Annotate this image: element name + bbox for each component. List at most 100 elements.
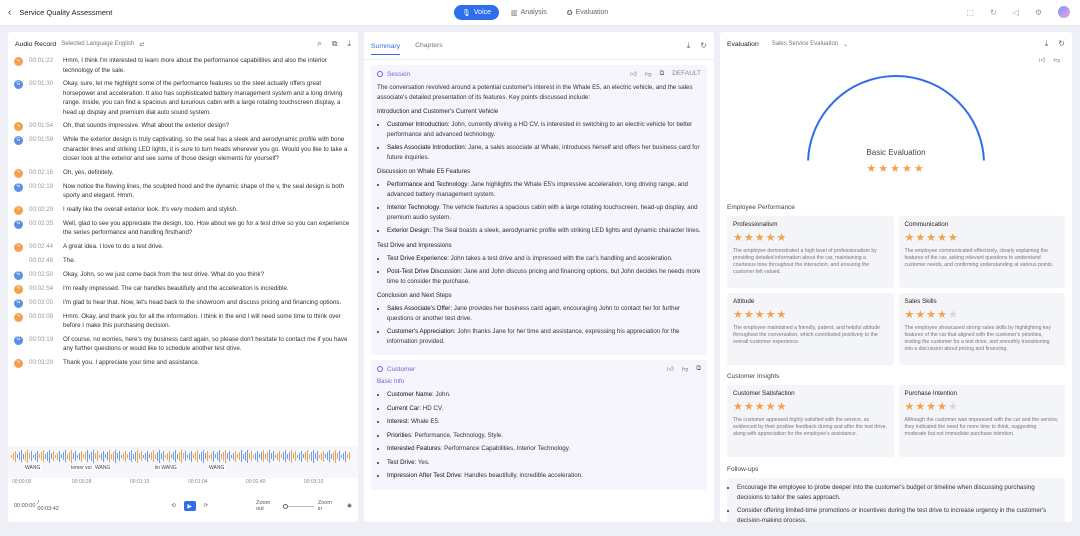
customer-speaker-icon: ∿: [14, 284, 23, 294]
evaluation-title: Evaluation: [727, 40, 759, 48]
transcript-message[interactable]: G 00:02:50 Okay, John, so we just come bac…: [14, 270, 352, 280]
waveform-bar: [77, 454, 78, 458]
customer-speaker-icon: ∿: [14, 168, 23, 178]
followups-heading: Follow-ups: [727, 466, 759, 473]
speaker-label: WANG: [208, 465, 226, 471]
waveform-bar: [65, 450, 66, 462]
transcript-message[interactable]: G 00:01:59 While the exterior design is tr…: [14, 135, 352, 164]
waveform-bar: [131, 450, 132, 462]
refresh-icon[interactable]: ↻: [1058, 39, 1065, 49]
waveform-bar: [207, 451, 208, 461]
top-bar: ‹ Service Quality Assessment 🎙 Voice ▥ Ana…: [0, 0, 1080, 26]
template-select[interactable]: DEFAULT: [672, 70, 701, 78]
info-key: Current Car: [387, 404, 420, 412]
waveform-bar: [271, 453, 272, 459]
message-text: Now notice the flowing lines, the sculpt…: [63, 182, 344, 200]
star-icon: ★: [915, 232, 927, 244]
download-icon[interactable]: ⤓: [1045, 39, 1049, 49]
card-title: Professionalism: [733, 221, 778, 228]
copy-icon[interactable]: ⧉: [332, 39, 338, 49]
star-icon: ★: [733, 309, 744, 321]
audio-player: 00:00:00 / 00:03:42 ⟲ ▶ ⟳ Zoom out Zoom …: [8, 496, 358, 516]
waveform-bar: [255, 452, 256, 460]
waveform-bar: [137, 449, 138, 463]
thumbs-down-icon[interactable]: 👎︎: [645, 70, 652, 78]
rewind-icon[interactable]: ⟲: [171, 503, 176, 509]
transcript-message[interactable]: ∿ 00:02:16 Oh, yes, definitely.: [14, 168, 352, 178]
tab-chapters[interactable]: Chapters: [415, 42, 443, 49]
evaluation-type-select[interactable]: Sales Service Evaluation: [772, 41, 838, 47]
transcript-message[interactable]: ∿ 00:02:29 I really like the overall exter…: [14, 205, 352, 215]
waveform-bar: [187, 454, 188, 458]
share-icon[interactable]: ⬚: [966, 8, 974, 17]
agent-speaker-icon: G: [14, 182, 23, 192]
search-icon[interactable]: ⌕: [317, 39, 321, 49]
waveform-bar: [113, 451, 114, 461]
waveform-bar: [109, 450, 110, 462]
waveform-bar: [157, 451, 158, 461]
waveform-bar: [129, 452, 130, 460]
star-icon: ★: [913, 163, 926, 175]
waveform-bar: [293, 453, 294, 459]
waveform[interactable]: WANG tomer voi WANG lin WANG WANG: [8, 446, 358, 478]
star-icon: ★: [915, 309, 927, 321]
transcript-message[interactable]: ∿ 00:03:29 Thank you. I appreciate your ti…: [14, 358, 352, 368]
transcript-message[interactable]: G 00:02:19 Now notice the flowing lines, t…: [14, 182, 352, 201]
volume-icon[interactable]: ◁: [1013, 8, 1019, 17]
waveform-bar: [99, 454, 100, 458]
refresh-icon[interactable]: ↻: [990, 8, 997, 17]
star-icon: ★: [743, 232, 755, 244]
avatar[interactable]: [1058, 6, 1070, 18]
eye-icon[interactable]: ◉: [347, 503, 352, 509]
chevron-down-icon[interactable]: ⌄: [843, 41, 848, 48]
section-list: Performance and Technology: Jane highlig…: [377, 180, 701, 236]
waveform-bar: [21, 450, 22, 462]
agent-speaker-icon: G: [14, 219, 23, 229]
swap-icon[interactable]: ⇄: [139, 41, 144, 48]
transcript-message[interactable]: G 00:02:35 Well, glad to see you appreciat…: [14, 219, 352, 238]
forward-icon[interactable]: ⟳: [204, 503, 209, 509]
waveform-bar: [29, 453, 30, 459]
download-icon[interactable]: ⤓: [347, 39, 351, 49]
back-arrow-icon[interactable]: ‹: [8, 7, 11, 18]
waveform-bar: [95, 453, 96, 459]
transcript-message[interactable]: G 00:01:30 Okay, sure, let me highlight so…: [14, 79, 352, 117]
transcript-message[interactable]: 00:02:48 The.: [14, 256, 352, 266]
thumbs-down-icon[interactable]: 👎︎: [682, 365, 689, 373]
waveform-bar: [341, 454, 342, 458]
customer-speaker-icon: ∿: [14, 57, 23, 66]
zoom-slider[interactable]: [282, 503, 314, 509]
evaluation-panel: Evaluation Sales Service Evaluation ⌄ ⤓ …: [720, 32, 1072, 522]
message-text: I really like the overall exterior look.…: [63, 205, 238, 213]
thumbs-up-icon[interactable]: 👍︎: [667, 365, 674, 373]
waveform-bar: [301, 450, 302, 462]
transcript-message[interactable]: ∿ 00:03:09 Hmm. Okay, and thank you for al…: [14, 312, 352, 331]
waveform-bar: [145, 452, 146, 460]
copy-icon[interactable]: ⧉: [660, 70, 665, 78]
thumbs-up-icon[interactable]: 👍︎: [630, 70, 637, 78]
section-list: Customer Introduction: John, currently d…: [377, 120, 701, 162]
waveform-bar: [31, 451, 32, 461]
section-list: Test Drive Experience: John takes a test…: [377, 254, 701, 287]
language-selector[interactable]: Selected Language English: [61, 41, 134, 47]
transcript-message[interactable]: G 00:03:00 I'm glad to hear that. Now, let…: [14, 298, 352, 308]
tab-summary[interactable]: Summary: [371, 43, 401, 55]
section-list: Sales Associate's Offer: Jane provides h…: [377, 304, 701, 346]
tab-evaluation[interactable]: ✪ Evaluation: [559, 5, 617, 20]
transcript-message[interactable]: ∿ 00:02:44 A great idea. I love to do a te…: [14, 242, 352, 252]
waveform-bar: [315, 453, 316, 459]
waveform-bar: [159, 449, 160, 463]
copy-icon[interactable]: ⧉: [696, 365, 701, 373]
tab-analysis[interactable]: ▥ Analysis: [503, 5, 555, 20]
transcript-message[interactable]: ∿ 00:01:22 Hmm, I think I'm interested to …: [14, 56, 352, 75]
waveform-bar: [285, 450, 286, 462]
waveform-bar: [343, 452, 344, 460]
play-button[interactable]: ▶: [183, 501, 196, 511]
download-icon[interactable]: ⤓: [687, 41, 691, 51]
transcript-message[interactable]: G 00:03:19 Of course, no worries, here's m…: [14, 335, 352, 354]
tab-voice[interactable]: 🎙 Voice: [454, 5, 500, 20]
refresh-icon[interactable]: ↻: [700, 41, 707, 51]
transcript-message[interactable]: ∿ 00:01:54 Oh, that sounds impressive. Wha…: [14, 121, 352, 131]
settings-icon[interactable]: ⚙: [1035, 8, 1042, 17]
transcript-message[interactable]: ∿ 00:02:54 I'm really impressed. The car h…: [14, 284, 352, 294]
